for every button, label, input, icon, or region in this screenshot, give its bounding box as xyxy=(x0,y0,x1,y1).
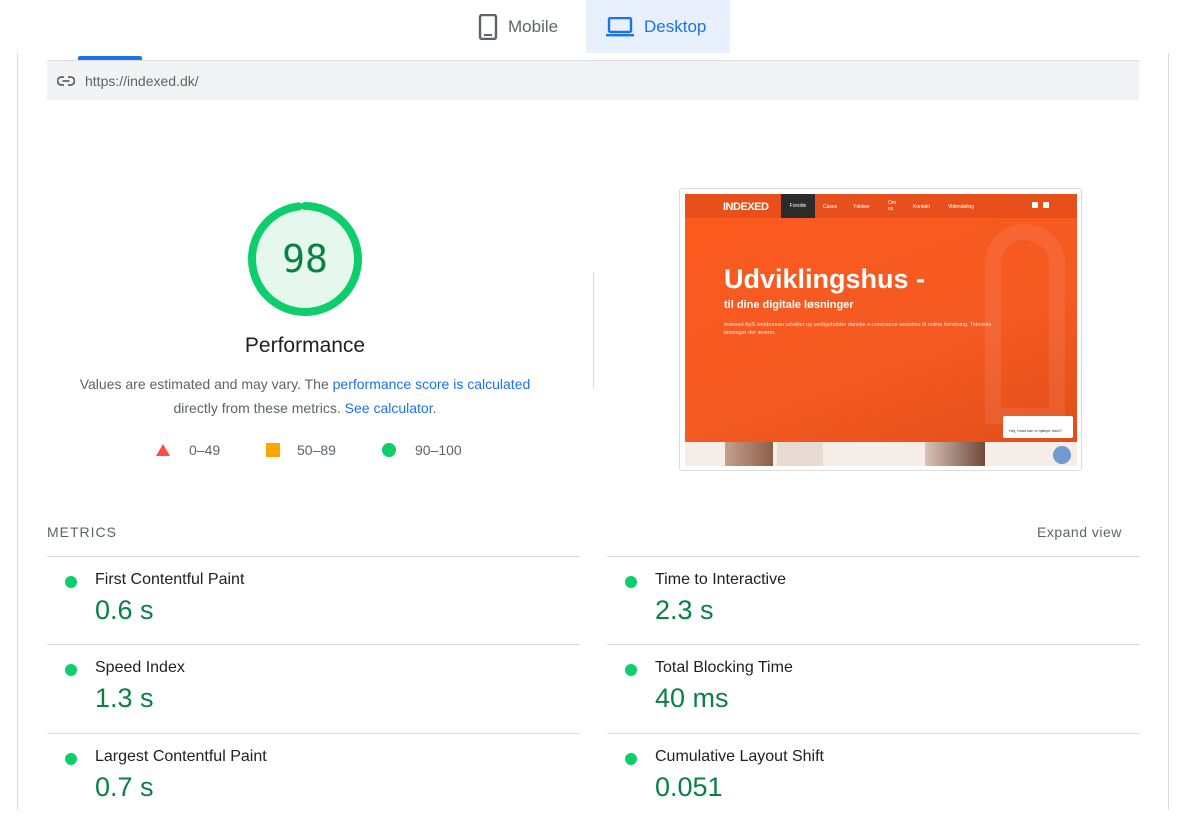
performance-score: 98 xyxy=(282,237,328,281)
legend-item-fail: 0–49 xyxy=(155,442,220,458)
site-nav-item: Cases xyxy=(823,204,838,210)
site-nav: INDEXED Forside Cases Ydelser Om os Kont… xyxy=(685,194,1077,218)
metric-item: Largest Contentful Paint 0.7 s xyxy=(47,733,579,821)
metric-value: 0.051 xyxy=(655,772,723,802)
metric-item: Time to Interactive 2.3 s xyxy=(607,556,1139,644)
url-text: https://indexed.dk/ xyxy=(85,72,199,89)
legend-item-pass: 90–100 xyxy=(381,442,462,458)
chat-popup: Hej, hvad kan vi hjælpe med? xyxy=(1003,416,1073,438)
square-icon xyxy=(266,443,280,457)
link-icon xyxy=(57,75,75,86)
tab-mobile-label: Mobile xyxy=(508,16,559,36)
desc-text-3: . xyxy=(432,400,437,416)
metric-item: Speed Index 1.3 s xyxy=(47,644,579,732)
chat-bubble-icon xyxy=(1053,446,1071,464)
pass-circle-icon xyxy=(65,576,77,588)
laptop-icon xyxy=(606,16,634,36)
site-subheadline: til dine digitale løsninger xyxy=(724,299,854,311)
linkedin-icon xyxy=(1043,202,1049,208)
metric-value: 40 ms xyxy=(655,683,729,713)
site-nav-item: Om os xyxy=(888,200,897,212)
site-headline: Udviklingshus - xyxy=(724,264,926,294)
metrics-heading: METRICS xyxy=(47,524,117,540)
circle-icon xyxy=(382,443,396,457)
performance-title: Performance xyxy=(244,334,366,357)
tab-desktop[interactable]: Desktop xyxy=(586,0,730,53)
see-calculator-link[interactable]: See calculator xyxy=(345,400,433,416)
pass-circle-icon xyxy=(65,664,77,676)
metric-item: Total Blocking Time 40 ms xyxy=(607,644,1139,732)
site-nav-item-active: Forside xyxy=(781,194,815,218)
metric-name: First Contentful Paint xyxy=(95,571,245,588)
site-logo: INDEXED xyxy=(723,201,769,213)
triangle-icon xyxy=(156,444,170,456)
legend-label-average: 50–89 xyxy=(297,442,336,458)
photo-thumb xyxy=(725,442,773,466)
site-nav-item: Videndeling xyxy=(948,204,975,210)
photo-thumb xyxy=(925,442,985,466)
metric-value: 2.3 s xyxy=(655,595,714,625)
divider xyxy=(593,272,594,388)
tab-mobile[interactable]: Mobile xyxy=(464,0,586,53)
legend-label-fail: 0–49 xyxy=(189,442,221,458)
score-legend: 0–49 50–89 90–100 xyxy=(155,442,485,462)
expand-view-button[interactable]: Expand view xyxy=(1037,524,1122,540)
photo-thumb xyxy=(777,442,823,466)
legend-label-pass: 90–100 xyxy=(415,442,462,458)
pass-circle-icon xyxy=(625,664,637,676)
legend-item-average: 50–89 xyxy=(265,442,336,458)
metric-name: Total Blocking Time xyxy=(655,659,793,676)
metric-item: Cumulative Layout Shift 0.051 xyxy=(607,733,1139,821)
screenshot-page: INDEXED Forside Cases Ydelser Om os Kont… xyxy=(685,194,1077,466)
metric-name: Speed Index xyxy=(95,659,185,676)
metric-value: 0.6 s xyxy=(95,595,154,625)
pass-circle-icon xyxy=(625,753,637,765)
site-nav-item: Ydelser xyxy=(853,204,870,210)
hero-decoration xyxy=(985,224,1065,424)
score-calculated-link[interactable]: performance score is calculated xyxy=(333,376,531,392)
pass-circle-icon xyxy=(65,753,77,765)
metric-name: Cumulative Layout Shift xyxy=(655,748,824,765)
url-bar: https://indexed.dk/ xyxy=(47,60,1139,100)
tab-desktop-label: Desktop xyxy=(644,16,707,36)
metric-name: Time to Interactive xyxy=(655,571,787,588)
metric-item: First Contentful Paint 0.6 s xyxy=(47,556,579,644)
facebook-icon xyxy=(1032,202,1038,208)
desc-text-2: directly from these metrics. xyxy=(173,400,345,416)
site-body: Indexed ApS webbureau udvikler og vedlig… xyxy=(724,322,992,336)
final-screenshot: INDEXED Forside Cases Ydelser Om os Kont… xyxy=(679,188,1082,471)
form-factor-tabs: Mobile Desktop xyxy=(0,0,1187,53)
site-nav-item: Kontakt xyxy=(913,204,930,210)
metric-value: 0.7 s xyxy=(95,772,154,802)
performance-description: Values are estimated and may vary. The p… xyxy=(55,372,555,420)
metric-name: Largest Contentful Paint xyxy=(95,748,267,765)
phone-icon xyxy=(478,13,498,40)
pass-circle-icon xyxy=(625,576,637,588)
desc-text-1: Values are estimated and may vary. The xyxy=(79,376,333,392)
metric-value: 1.3 s xyxy=(95,683,154,713)
